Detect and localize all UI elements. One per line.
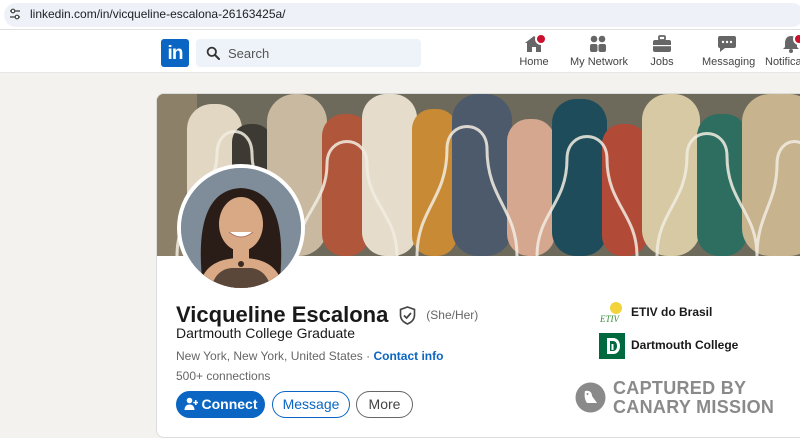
home-notification-badge	[535, 33, 547, 45]
canary-bird-logo-icon	[575, 382, 606, 413]
org-etiv[interactable]: ETIV ETIV do Brasil	[599, 299, 799, 327]
nav-notifications[interactable]: Notificat	[765, 35, 800, 73]
watermark-line-1: CAPTURED BY	[613, 378, 747, 398]
briefcase-icon	[653, 35, 671, 52]
nav-messaging[interactable]: Messaging	[702, 35, 756, 73]
nav-jobs-label: Jobs	[650, 56, 674, 68]
chat-icon	[718, 36, 736, 52]
nav-notifications-label: Notificat	[765, 56, 800, 68]
linkedin-logo[interactable]: in	[161, 39, 189, 67]
pronouns: (She/Her)	[426, 308, 479, 322]
nav-messaging-label: Messaging	[702, 56, 756, 68]
nav-my-network[interactable]: My Network	[570, 35, 629, 73]
message-button[interactable]: Message	[272, 391, 350, 418]
profile-photo[interactable]	[177, 164, 305, 292]
avatar	[181, 168, 301, 288]
global-nav: in Search Home My Network Jobs Messaging…	[0, 30, 800, 73]
etiv-logo-text: ETIV	[599, 314, 621, 324]
etiv-logo-icon: ETIV	[599, 302, 622, 324]
nav-home-label: Home	[519, 56, 549, 68]
search-input[interactable]: Search	[196, 39, 421, 67]
connections-count[interactable]: 500+ connections	[176, 369, 270, 383]
search-placeholder: Search	[228, 46, 270, 61]
profile-headline: Dartmouth College Graduate	[176, 325, 355, 341]
org-etiv-label: ETIV do Brasil	[631, 305, 713, 319]
canary-mission-watermark: CAPTURED BY CANARY MISSION	[575, 378, 795, 418]
location-separator: ·	[362, 349, 374, 363]
connect-button[interactable]: Connect	[176, 391, 265, 418]
profile-location: New York, New York, United States	[176, 349, 363, 363]
search-icon	[206, 46, 220, 60]
connect-button-label: Connect	[201, 396, 258, 412]
notifications-badge	[793, 35, 800, 45]
add-person-icon	[184, 397, 198, 410]
people-icon	[590, 35, 606, 52]
dartmouth-logo	[599, 333, 625, 359]
nav-my-network-label: My Network	[570, 56, 629, 68]
dartmouth-logo-icon	[607, 338, 620, 354]
more-button[interactable]: More	[356, 391, 413, 418]
watermark-line-2: CANARY MISSION	[613, 397, 775, 417]
browser-address-bar: linkedin.com/in/vicqueline-escalona-2616…	[0, 0, 800, 30]
org-dartmouth[interactable]: Dartmouth College	[599, 332, 799, 360]
url-text[interactable]: linkedin.com/in/vicqueline-escalona-2616…	[30, 7, 286, 21]
profile-location-row: New York, New York, United States · Cont…	[176, 349, 443, 363]
org-dartmouth-label: Dartmouth College	[631, 338, 739, 352]
profile-name: Vicqueline Escalona	[176, 302, 389, 327]
site-settings-icon[interactable]	[9, 8, 21, 20]
contact-info-link[interactable]: Contact info	[373, 349, 443, 363]
verified-shield-icon[interactable]	[399, 305, 416, 325]
nav-home[interactable]: Home	[517, 33, 551, 73]
nav-jobs[interactable]: Jobs	[647, 35, 677, 73]
